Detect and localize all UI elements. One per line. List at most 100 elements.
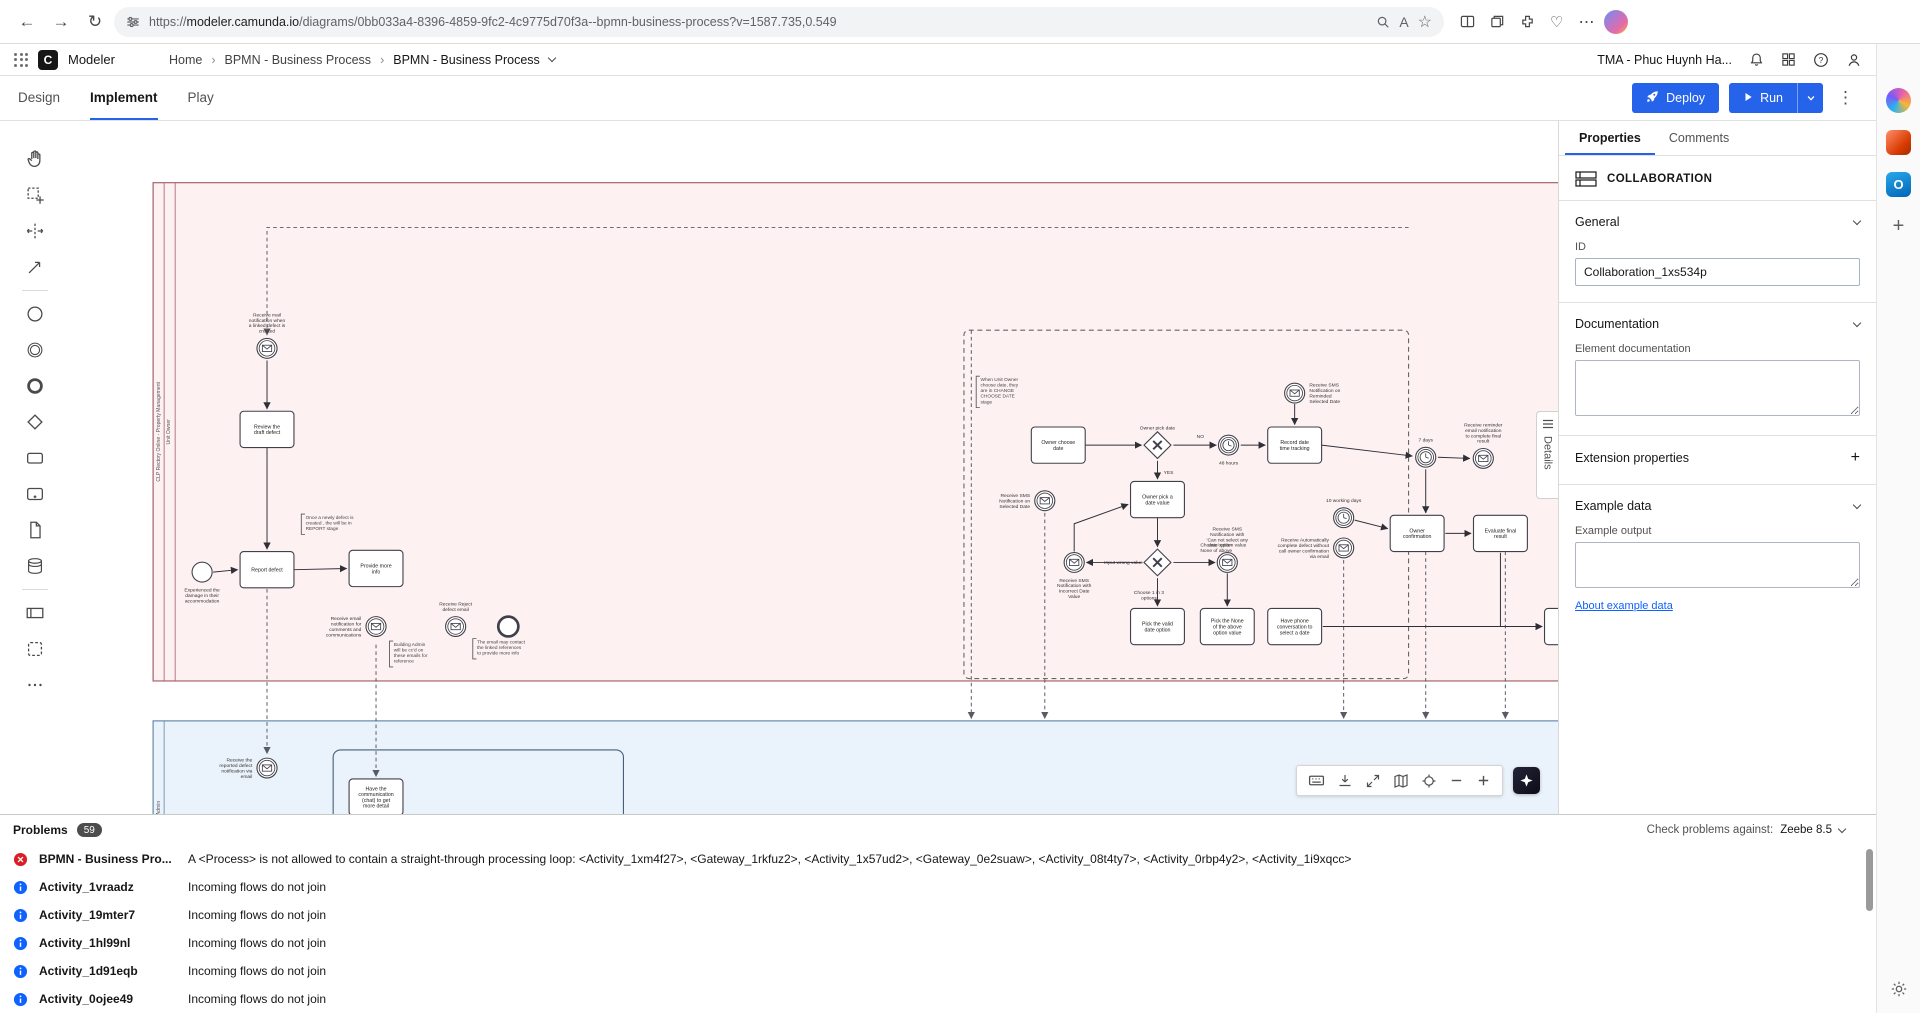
problem-message: Incoming flows do not join <box>188 908 327 922</box>
info-icon <box>13 964 28 979</box>
breadcrumb-home[interactable]: Home <box>169 53 202 67</box>
run-options-chevron-icon[interactable] <box>1797 83 1823 113</box>
add-sidebar-app-icon[interactable]: + <box>1886 214 1911 239</box>
problem-row[interactable]: Activity_1d91eqb Incoming flows do not jo… <box>0 957 1876 985</box>
site-settings-icon[interactable] <box>126 15 140 29</box>
properties-panel: Properties Comments COLLABORATION Genera… <box>1558 121 1876 814</box>
problems-panel: Problems 59 Check problems against: Zeeb… <box>0 814 1876 1013</box>
help-icon[interactable]: ? <box>1813 52 1829 68</box>
run-button[interactable]: Run <box>1729 83 1797 113</box>
problems-scrollbar[interactable] <box>1864 847 1874 1009</box>
problem-message: Incoming flows do not join <box>188 992 327 1006</box>
svg-text:Owner pick adate value: Owner pick a date value <box>1142 495 1173 507</box>
problem-row[interactable]: BPMN - Business Pro... A <Process> is not… <box>0 845 1876 873</box>
chevron-down-icon[interactable] <box>547 53 557 63</box>
read-aloud-icon[interactable]: A <box>1399 14 1408 30</box>
chevron-down-icon <box>1852 216 1862 225</box>
group-icon[interactable] <box>18 632 52 666</box>
app-switcher-icon[interactable] <box>14 52 28 67</box>
zoom-in-icon[interactable] <box>1476 773 1491 788</box>
browser-menu-icon[interactable]: ⋯ <box>1578 12 1594 32</box>
subprocess-icon[interactable] <box>18 477 52 511</box>
zoom-out-icon[interactable] <box>1449 773 1464 788</box>
refresh-icon[interactable]: ↻ <box>80 7 110 37</box>
check-against-label: Check problems against: <box>1646 824 1774 836</box>
global-connect-tool-icon[interactable] <box>18 250 52 284</box>
outlook-icon[interactable]: O <box>1886 172 1911 197</box>
tab-implement[interactable]: Implement <box>90 76 158 120</box>
tab-properties[interactable]: Properties <box>1565 121 1655 155</box>
tab-play[interactable]: Play <box>188 76 214 120</box>
copilot-icon[interactable] <box>1886 88 1911 113</box>
engine-selector[interactable]: Check problems against: Zeebe 8.5 <box>1647 824 1863 836</box>
minimap-icon[interactable] <box>1393 773 1409 789</box>
about-example-data-link[interactable]: About example data <box>1575 600 1673 612</box>
add-extension-property-button[interactable]: + <box>1851 450 1860 466</box>
example-output-textarea[interactable] <box>1575 542 1860 588</box>
problem-row[interactable]: Activity_1hl99nl Incoming flows do not jo… <box>0 929 1876 957</box>
svg-text:Receive SMSNotification onSele: Receive SMS Notification on Selected Date <box>999 493 1031 510</box>
breadcrumb-diagram[interactable]: BPMN - Business Process <box>393 53 540 67</box>
participant-pool-icon[interactable] <box>18 596 52 630</box>
forward-icon[interactable]: → <box>46 7 76 37</box>
details-side-tab[interactable]: Details <box>1536 411 1558 499</box>
address-bar[interactable]: https://modeler.camunda.io/diagrams/0bb0… <box>114 6 1444 37</box>
element-documentation-textarea[interactable] <box>1575 360 1860 416</box>
breadcrumb-project[interactable]: BPMN - Business Process <box>224 53 371 67</box>
reset-zoom-icon[interactable] <box>1421 773 1437 789</box>
settings-gear-icon[interactable] <box>1886 976 1911 1001</box>
section-documentation-header[interactable]: Documentation <box>1575 313 1862 333</box>
element-id-input[interactable] <box>1575 258 1860 286</box>
notifications-bell-icon[interactable] <box>1749 52 1764 67</box>
task-icon[interactable] <box>18 441 52 475</box>
deploy-button[interactable]: Deploy <box>1632 83 1720 113</box>
section-general-header[interactable]: General <box>1575 211 1862 231</box>
split-screen-icon[interactable] <box>1460 14 1475 29</box>
m365-icon[interactable] <box>1886 130 1911 155</box>
lasso-tool-icon[interactable] <box>18 178 52 212</box>
svg-text:Receive emailnotification forc: Receive email notification for comments an… <box>326 616 362 638</box>
tab-design[interactable]: Design <box>18 76 60 120</box>
hand-tool-icon[interactable] <box>18 142 52 176</box>
space-tool-icon[interactable] <box>18 214 52 248</box>
collections-icon[interactable] <box>1490 14 1505 29</box>
diagram-canvas[interactable]: CLP Rectory Online - Property Management… <box>0 121 1558 814</box>
section-extension-header[interactable]: Extension properties + <box>1575 446 1860 468</box>
tab-comments[interactable]: Comments <box>1655 121 1743 155</box>
problem-row[interactable]: Activity_19mter7 Incoming flows do not jo… <box>0 901 1876 929</box>
end-event-icon[interactable] <box>18 369 52 403</box>
problems-count-badge: 59 <box>76 823 102 837</box>
browser-essentials-icon[interactable]: ♡ <box>1550 13 1563 31</box>
url-text: https://modeler.camunda.io/diagrams/0bb0… <box>149 14 837 29</box>
bookmark-star-icon[interactable]: ☆ <box>1418 12 1432 32</box>
svg-text:Pick the validdate option: Pick the valid date option <box>1142 622 1173 634</box>
problem-row[interactable]: Activity_0ojee49 Incoming flows do not jo… <box>0 985 1876 1013</box>
user-profile-icon[interactable] <box>1846 52 1862 68</box>
section-example-data-header[interactable]: Example data <box>1575 495 1862 515</box>
search-icon[interactable] <box>1376 15 1390 29</box>
scrollbar-thumb[interactable] <box>1866 849 1873 911</box>
data-store-icon[interactable] <box>18 549 52 583</box>
intermediate-event-icon[interactable] <box>18 333 52 367</box>
back-icon[interactable]: ← <box>12 7 42 37</box>
bpmn-diagram-svg[interactable]: CLP Rectory Online - Property Management… <box>0 121 1558 814</box>
problem-element-name: Activity_1d91eqb <box>39 964 138 978</box>
export-icon[interactable] <box>1337 773 1353 789</box>
ai-copilot-button[interactable] <box>1513 767 1540 794</box>
svg-text:YES: YES <box>1164 470 1175 476</box>
svg-text:Unit Owner: Unit Owner <box>166 419 172 445</box>
problem-message: A <Process> is not allowed to contain a … <box>188 852 1352 866</box>
extensions-icon[interactable] <box>1520 14 1535 29</box>
browser-profile-avatar[interactable] <box>1604 9 1629 34</box>
svg-text:Experienced thedamage in their: Experienced the damage in their accommodat… <box>184 587 220 604</box>
keyboard-shortcuts-icon[interactable] <box>1308 772 1325 789</box>
problem-row[interactable]: Activity_1vraadz Incoming flows do not jo… <box>0 873 1876 901</box>
data-object-icon[interactable] <box>18 513 52 547</box>
start-event-icon[interactable] <box>18 297 52 331</box>
gateway-icon[interactable] <box>18 405 52 439</box>
more-tools-icon[interactable] <box>18 668 52 702</box>
dashboard-grid-icon[interactable] <box>1781 52 1796 67</box>
fit-viewport-icon[interactable] <box>1365 773 1381 789</box>
account-name: TMA - Phuc Huynh Ha... <box>1597 52 1732 67</box>
kebab-menu-icon[interactable]: ⋮ <box>1833 88 1858 108</box>
